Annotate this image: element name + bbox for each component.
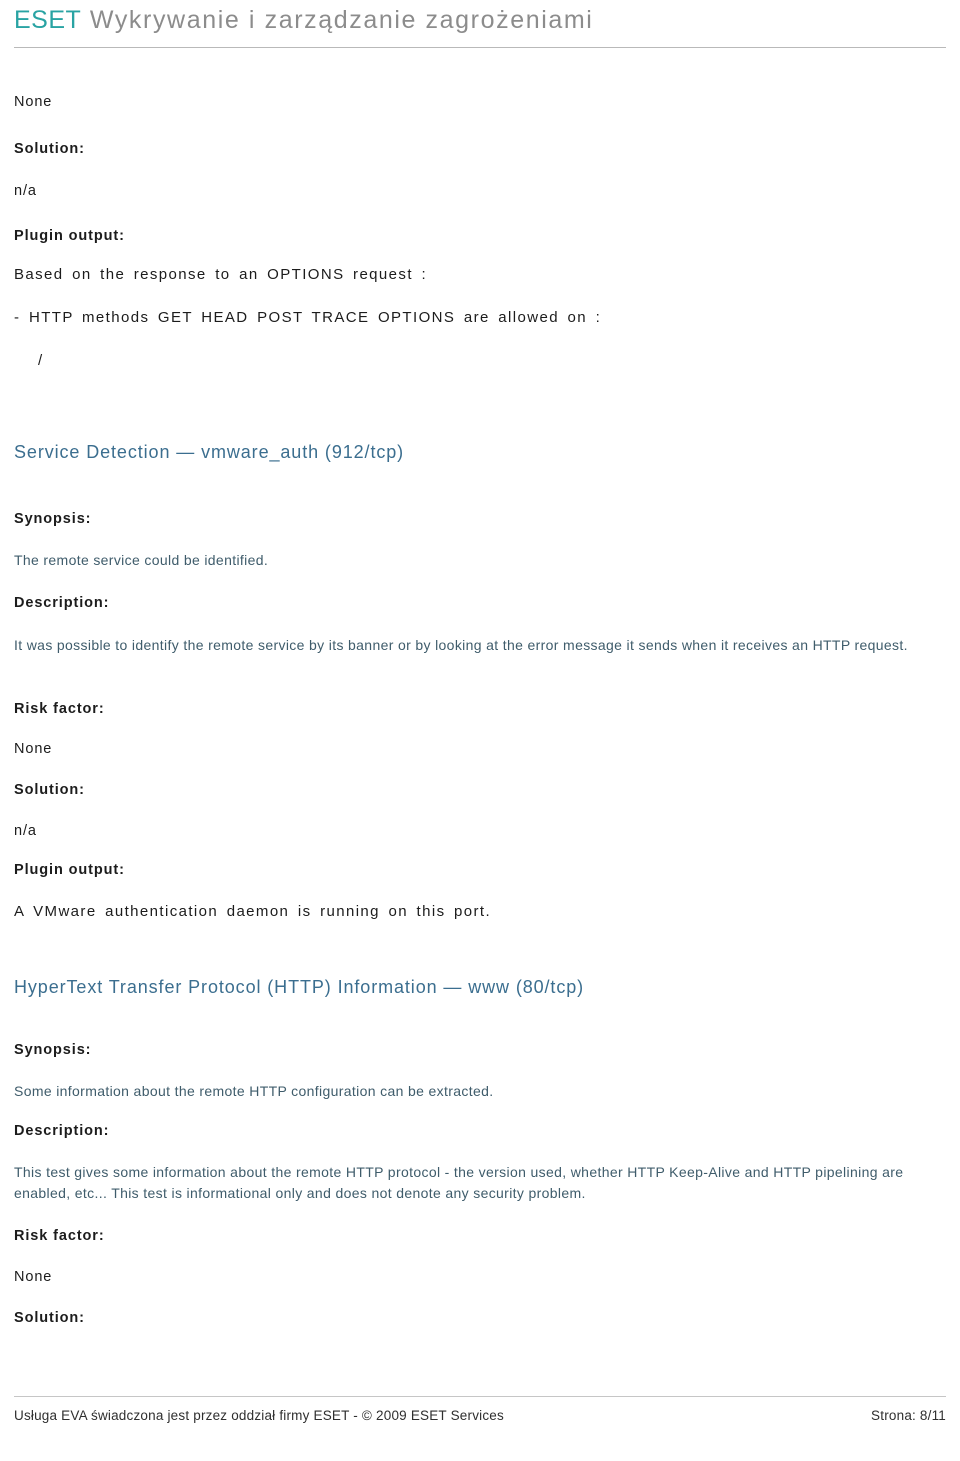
plugin-output-line-1: Based on the response to an OPTIONS requ… — [14, 266, 428, 283]
solution-label-http-info: Solution: — [14, 1310, 85, 1326]
description-text-http-info: This test gives some information about t… — [14, 1164, 908, 1201]
description-label-service-detection: Description: — [14, 595, 110, 611]
risk-factor-value-service-detection: None — [14, 741, 53, 757]
synopsis-label-http-info: Synopsis: — [14, 1042, 92, 1058]
document-page: ESET Wykrywanie i zarządzanie zagrożenia… — [0, 0, 960, 1461]
risk-factor-label-service-detection: Risk factor: — [14, 701, 105, 717]
synopsis-label-service-detection: Synopsis: — [14, 511, 92, 527]
footer-page-number: Strona: 8/11 — [871, 1408, 946, 1423]
plugin-output-text-service-detection: A VMware authentication daemon is runnin… — [14, 903, 492, 920]
page-title-text: Wykrywanie i zarządzanie zagrożeniami — [89, 6, 594, 34]
solution-value-service-detection: n/a — [14, 823, 37, 839]
solution-label-service-detection: Solution: — [14, 782, 85, 798]
footer-divider — [14, 1396, 946, 1397]
page-header: ESET Wykrywanie i zarządzanie zagrożenia… — [0, 0, 960, 52]
solution-value-1: n/a — [14, 183, 37, 199]
plugin-output-line-3: / — [38, 352, 44, 369]
page-title: ESET Wykrywanie i zarządzanie zagrożenia… — [14, 6, 593, 35]
description-label-http-info: Description: — [14, 1123, 110, 1139]
brand-name: ESET — [14, 6, 82, 34]
plugin-output-label-service-detection: Plugin output: — [14, 862, 125, 878]
section-title-service-detection: Service Detection — vmware_auth (912/tcp… — [14, 442, 405, 462]
risk-factor-value-1: None — [14, 94, 53, 110]
synopsis-text-http-info: Some information about the remote HTTP c… — [14, 1083, 494, 1099]
plugin-output-line-2: - HTTP methods GET HEAD POST TRACE OPTIO… — [14, 309, 602, 326]
risk-factor-label-http-info: Risk factor: — [14, 1228, 105, 1244]
solution-label-1: Solution: — [14, 141, 85, 157]
plugin-output-label-1: Plugin output: — [14, 228, 125, 244]
description-text-service-detection: It was possible to identify the remote s… — [14, 637, 908, 653]
footer-left-text: Usługa EVA świadczona jest przez oddział… — [14, 1408, 504, 1423]
header-divider — [14, 47, 946, 48]
section-title-http-info: HyperText Transfer Protocol (HTTP) Infor… — [14, 977, 585, 997]
risk-factor-value-http-info: None — [14, 1269, 53, 1285]
synopsis-text-service-detection: The remote service could be identified. — [14, 552, 269, 568]
